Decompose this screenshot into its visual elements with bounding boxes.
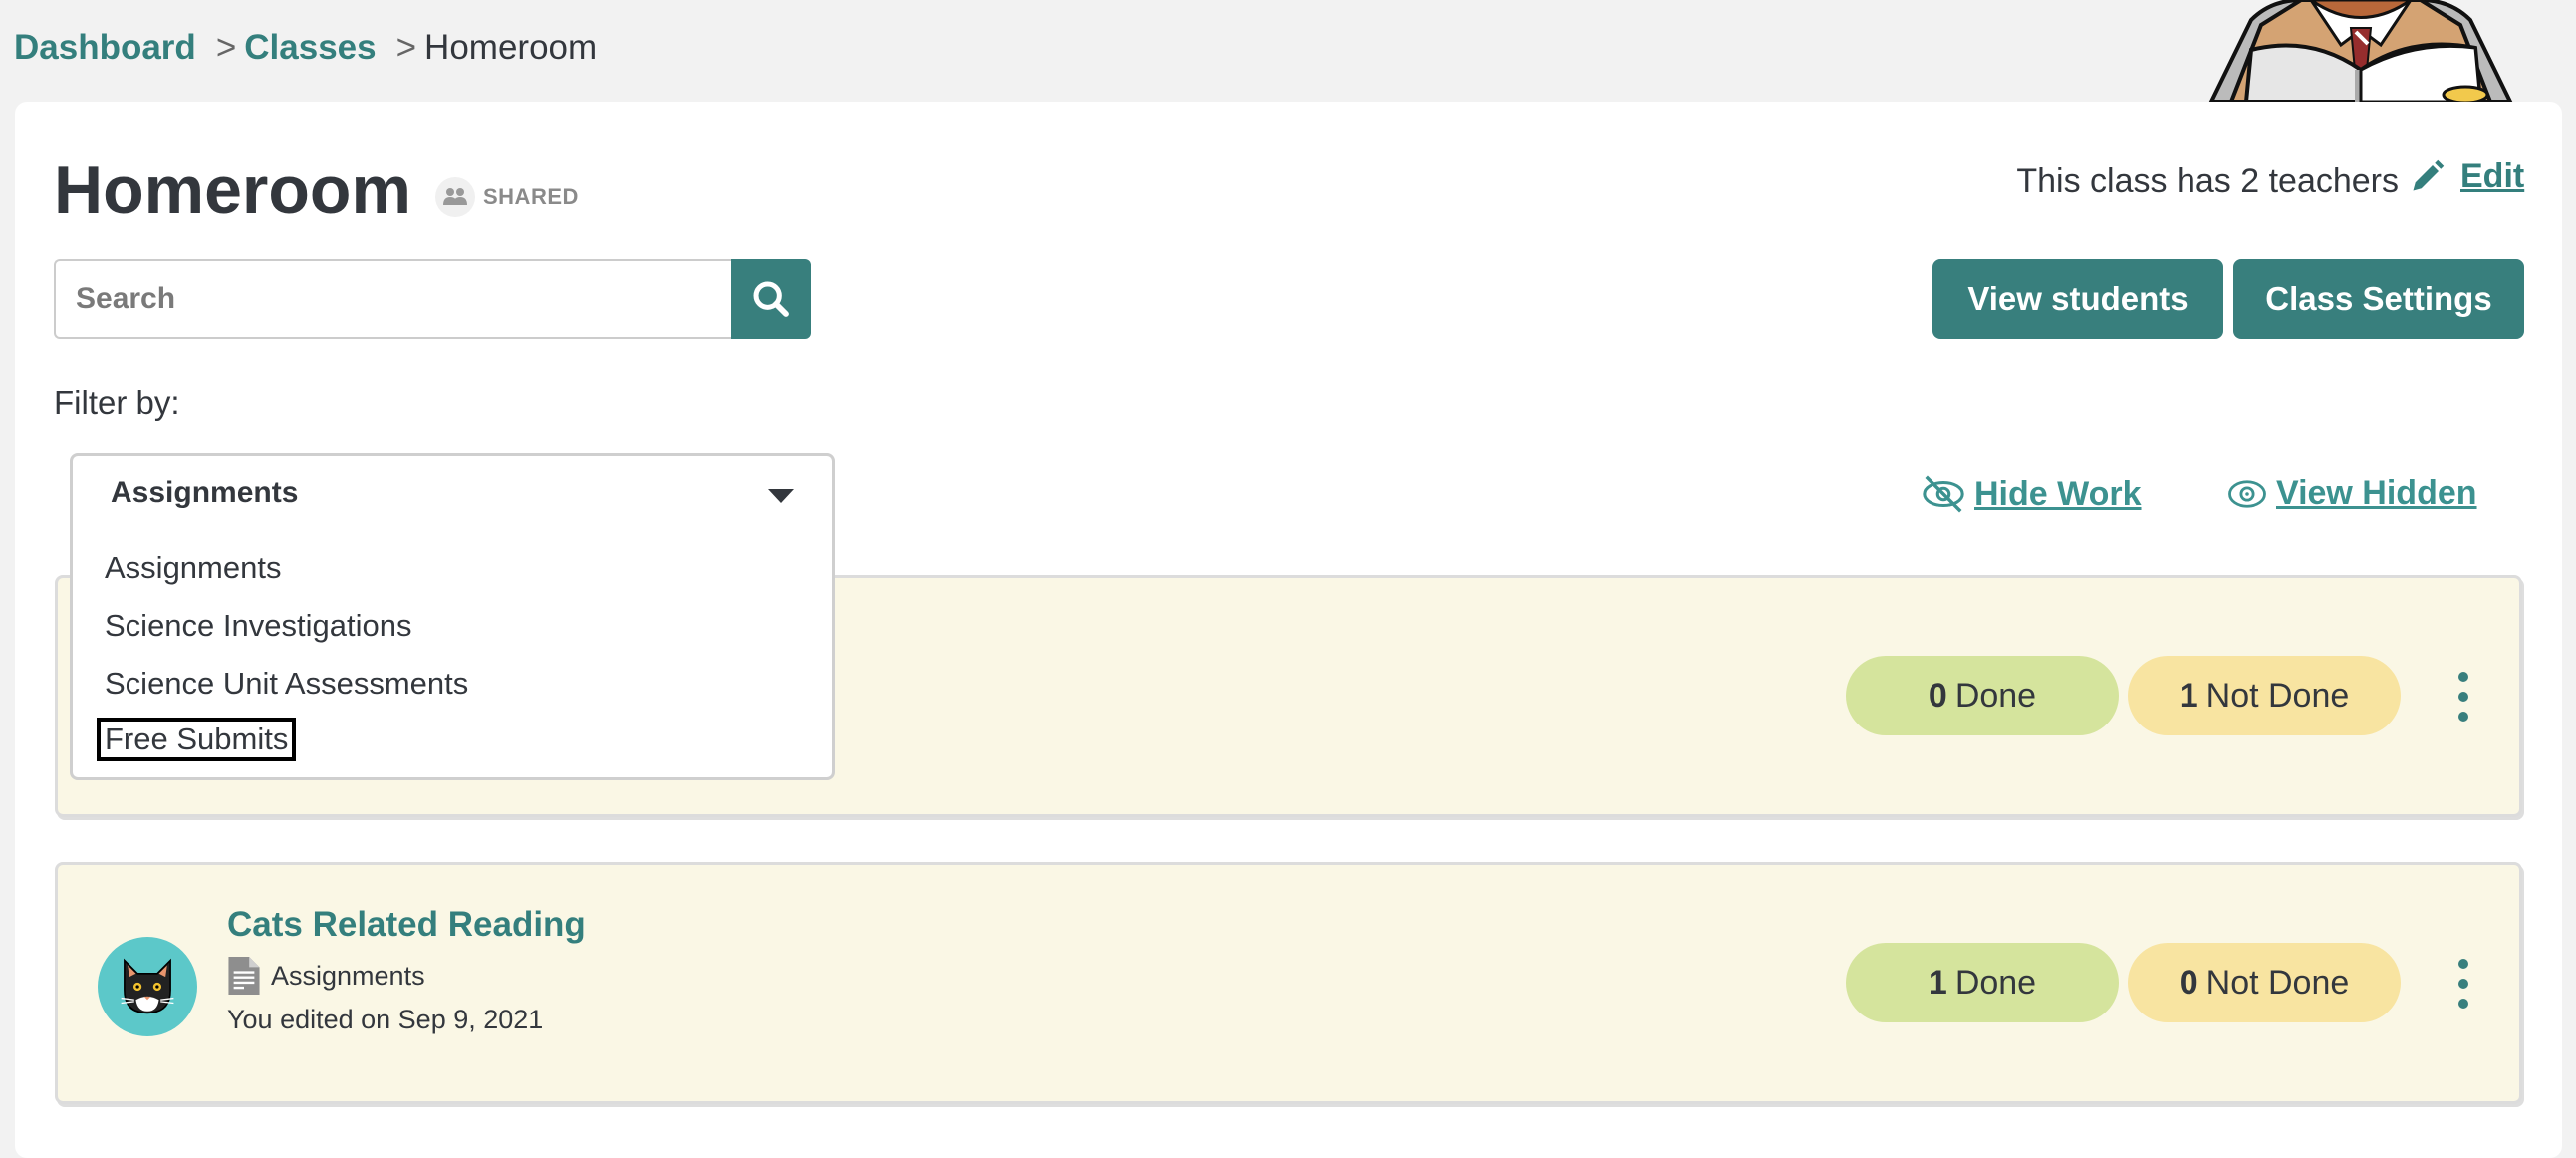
- filter-option[interactable]: Science Investigations: [103, 606, 413, 646]
- more-options-icon[interactable]: [2448, 959, 2478, 1009]
- breadcrumb-separator: >: [395, 28, 417, 67]
- eye-icon: [2228, 479, 2266, 508]
- not-done-count: 1: [2179, 676, 2198, 715]
- view-students-button[interactable]: View students: [1932, 259, 2223, 339]
- done-count-pill[interactable]: 1 Done: [1846, 943, 2119, 1022]
- hide-work-link[interactable]: Hide Work: [1921, 474, 2142, 514]
- filter-option[interactable]: Assignments: [103, 548, 283, 588]
- not-done-count-pill[interactable]: 1 Not Done: [2128, 656, 2401, 735]
- class-settings-button[interactable]: Class Settings: [2233, 259, 2524, 339]
- breadcrumb-current: Homeroom: [424, 28, 598, 67]
- teacher-mascot-illustration: [2191, 0, 2530, 102]
- assignment-card[interactable]: Cats Related Reading Assignments You edi…: [55, 862, 2522, 1104]
- caret-down-icon[interactable]: [768, 489, 794, 503]
- filter-selected-value[interactable]: Assignments: [111, 476, 298, 510]
- search-bar: [54, 259, 811, 339]
- not-done-count-pill[interactable]: 0 Not Done: [2128, 943, 2401, 1022]
- done-label: Done: [1954, 963, 2037, 1002]
- search-input[interactable]: [54, 259, 731, 339]
- breadcrumb-classes[interactable]: Classes: [244, 28, 376, 68]
- view-hidden-link[interactable]: View Hidden: [2226, 474, 2477, 513]
- assignment-type-label: Assignments: [271, 960, 425, 991]
- teacher-count-label: This class has 2 teachers: [2016, 162, 2399, 200]
- more-options-icon[interactable]: [2448, 672, 2478, 722]
- shared-label: SHARED: [483, 184, 579, 209]
- not-done-label: Not Done: [2205, 676, 2350, 715]
- cat-avatar-icon: [98, 937, 197, 1036]
- hide-work-label: Hide Work: [1974, 474, 2142, 513]
- edit-teachers-link[interactable]: Edit: [2460, 157, 2524, 196]
- eye-slash-icon: [1923, 475, 1964, 513]
- breadcrumb: Dashboard > Classes > Homeroom: [14, 28, 597, 68]
- breadcrumb-dashboard[interactable]: Dashboard: [14, 28, 196, 68]
- not-done-count: 0: [2179, 963, 2198, 1002]
- search-button[interactable]: [731, 259, 811, 339]
- document-icon: [228, 957, 260, 995]
- assignment-title-link[interactable]: Cats Related Reading: [227, 905, 586, 945]
- done-label: Done: [1954, 676, 2037, 715]
- breadcrumb-separator: >: [215, 28, 237, 67]
- search-icon: [753, 281, 789, 317]
- not-done-label: Not Done: [2205, 963, 2350, 1002]
- done-count: 0: [1928, 676, 1947, 715]
- shared-badge: SHARED: [435, 177, 579, 217]
- assignment-type: Assignments: [227, 957, 425, 995]
- done-count-pill[interactable]: 0 Done: [1846, 656, 2119, 735]
- page-title: Homeroom: [54, 152, 411, 228]
- users-icon: [435, 177, 475, 217]
- teacher-count-text: This class has 2 teachers: [2016, 159, 2445, 204]
- done-count: 1: [1928, 963, 1947, 1002]
- assignment-edited-date: You edited on Sep 9, 2021: [227, 1005, 544, 1034]
- filter-option[interactable]: Science Unit Assessments: [103, 664, 470, 704]
- view-hidden-label: View Hidden: [2276, 474, 2477, 512]
- filter-option-focused[interactable]: Free Submits: [97, 718, 297, 761]
- filter-label: Filter by:: [54, 384, 180, 421]
- pencil-icon[interactable]: [2409, 159, 2445, 204]
- filter-dropdown[interactable]: Assignments Assignments Science Investig…: [70, 453, 835, 780]
